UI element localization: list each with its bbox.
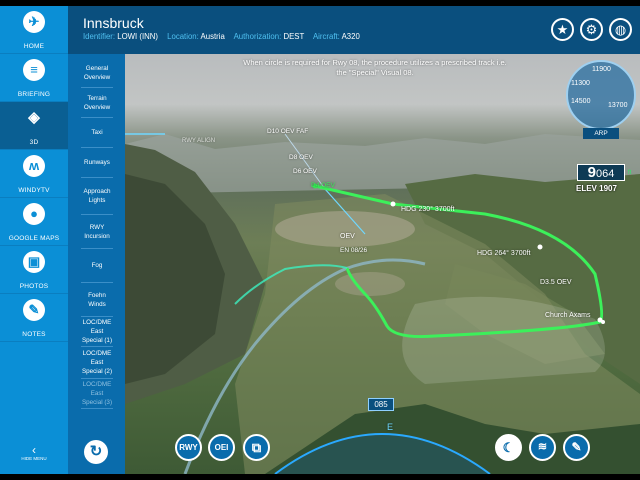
subnav-loc-dme-3[interactable]: LOC/DME East Special (3) (81, 379, 113, 409)
nav-3d-label: 3D (29, 139, 39, 146)
chevron-left-icon: ‹ (32, 443, 36, 457)
hide-menu-label: HIDE MENU (21, 456, 47, 461)
globe-button[interactable]: ◍ (609, 18, 632, 41)
map-label-hdg-264: HDG 264° 3700ft (477, 250, 531, 257)
subnav-fog[interactable]: Fog (81, 249, 113, 283)
globe-icon: ◍ (614, 22, 627, 37)
nav-google-maps-label: GOOGLE MAPS (8, 235, 60, 242)
subnav-taxi[interactable]: Taxi (81, 118, 113, 148)
arp-south: 14500 (571, 98, 591, 105)
hide-menu-button[interactable]: ‹ HIDE MENU (0, 444, 68, 461)
book-button[interactable]: ⧉ (243, 434, 270, 461)
subnav-approach-lights[interactable]: Approach Lights (81, 178, 113, 215)
map-label-rwy: RWY ALIGN (182, 138, 216, 144)
map-label-faf: D10 OEV FAF (267, 128, 309, 135)
map-label-hdg-230: HDG 230° 3700ft (401, 206, 455, 213)
map-pin-icon: ● (23, 203, 45, 225)
nav-notes[interactable]: ✎ NOTES (0, 294, 68, 342)
star-icon: ★ (556, 22, 569, 37)
oei-button[interactable]: OEI (208, 434, 235, 461)
arp-north: 11900 (592, 66, 611, 73)
subnav-terrain-overview[interactable]: Terrain Overview (81, 88, 113, 118)
subnav-general-overview[interactable]: General Overview (81, 58, 113, 88)
nav-google-maps[interactable]: ● GOOGLE MAPS (0, 198, 68, 246)
list-icon: ≡ (23, 59, 45, 81)
cube-icon: ◈ (28, 109, 40, 126)
nav-photos[interactable]: ▣ PHOTOS (0, 246, 68, 294)
book-icon: ⧉ (251, 440, 262, 455)
nav-notes-label: NOTES (22, 331, 46, 338)
arp-altitude-ring[interactable]: 11900 11300 13700 14500 ARP (566, 60, 636, 142)
altitude-readout: 9064 (577, 164, 625, 181)
authorization-label: Authorization: (233, 32, 282, 41)
subnav-runways[interactable]: Runways (81, 148, 113, 178)
weather-button[interactable]: ≋ (529, 434, 556, 461)
identifier-value: LOWI (INN) (117, 32, 158, 41)
map-label-d35: D3.5 OEV (540, 279, 572, 286)
map-label-d4: D4 OEV (311, 182, 335, 189)
map-label-oev: OEV (340, 233, 355, 240)
altitude-unit: ft (628, 170, 632, 176)
refresh-button[interactable]: ↻ (84, 440, 108, 464)
night-mode-button[interactable]: ☾ (495, 434, 522, 461)
nav-briefing-label: BRIEFING (17, 91, 51, 98)
terrain-graphics (125, 133, 640, 474)
airport-meta: Identifier: LOWI (INN) Location: Austria… (83, 32, 367, 41)
page-title: Innsbruck (83, 15, 144, 31)
nav-home-label: HOME (23, 43, 45, 50)
arp-east: 13700 (608, 102, 628, 109)
photo-icon: ▣ (23, 251, 45, 273)
fog-icon: ≋ (537, 441, 548, 453)
settings-button[interactable]: ⚙ (580, 18, 603, 41)
left-navigation: ✈ HOME ≡ BRIEFING ◈ 3D ʍ WINDYTV ● GOOGL… (0, 6, 68, 474)
nav-windytv-label: WINDYTV (18, 187, 50, 194)
procedure-subnav: General Overview Terrain Overview Taxi R… (68, 54, 125, 474)
header: Innsbruck Identifier: LOWI (INN) Locatio… (68, 6, 640, 54)
map-label-church: Church Axams (545, 312, 591, 319)
nav-home[interactable]: ✈ HOME (0, 6, 68, 54)
authorization-value: DEST (283, 32, 305, 41)
oei-button-label: OEI (214, 443, 229, 452)
map-label-d8: D8 OEV (289, 154, 313, 161)
notes-icon: ✎ (23, 299, 45, 321)
subnav-loc-dme-1[interactable]: LOC/DME East Special (1) (81, 317, 113, 347)
nav-photos-label: PHOTOS (19, 283, 49, 290)
refresh-icon: ↻ (89, 443, 103, 460)
location-label: Location: (167, 32, 199, 41)
nav-windytv[interactable]: ʍ WINDYTV (0, 150, 68, 198)
notice-line-1: When circle is required for Rwy 08, the … (243, 58, 507, 67)
map-label-d6: D6 OEV (293, 168, 317, 175)
favorite-button[interactable]: ★ (551, 18, 574, 41)
arp-tag: ARP (583, 128, 619, 139)
pencil-icon: ✎ (571, 440, 582, 454)
compass-east: E (387, 422, 394, 432)
airplane-icon: ✈ (23, 11, 45, 33)
altitude-lead: 9 (587, 164, 596, 181)
subnav-foehn-winds[interactable]: Foehn Winds (81, 283, 113, 317)
nav-briefing[interactable]: ≡ BRIEFING (0, 54, 68, 102)
nav-3d[interactable]: ◈ 3D (0, 102, 68, 150)
subnav-loc-dme-2[interactable]: LOC/DME East Special (2) (81, 347, 113, 379)
heading-readout: 085 (368, 398, 394, 411)
subnav-rwy-incursion[interactable]: RWY Incursion (81, 215, 113, 249)
moon-icon: ☾ (502, 440, 515, 455)
draw-button[interactable]: ✎ (563, 434, 590, 461)
3d-terrain-view[interactable]: When circle is required for Rwy 08, the … (125, 54, 640, 474)
map-label-en: EN 08/26 (340, 247, 368, 254)
gear-icon: ⚙ (585, 22, 598, 37)
aircraft-label: Aircraft: (312, 32, 340, 41)
aircraft-value: A320 (341, 32, 360, 41)
altitude-rest: 064 (595, 168, 615, 180)
windy-icon: ʍ (23, 155, 45, 177)
identifier-label: Identifier: (83, 32, 116, 41)
location-value: Austria (200, 32, 225, 41)
arp-west: 11300 (571, 80, 590, 87)
notice-line-2: the "Special" Visual 08. (336, 68, 414, 77)
rwy-button-label: RWY (179, 443, 198, 452)
rwy-button[interactable]: RWY (175, 434, 202, 461)
elevation-readout: ELEV 1907 (576, 184, 617, 193)
procedure-notice: When circle is required for Rwy 08, the … (195, 58, 555, 78)
